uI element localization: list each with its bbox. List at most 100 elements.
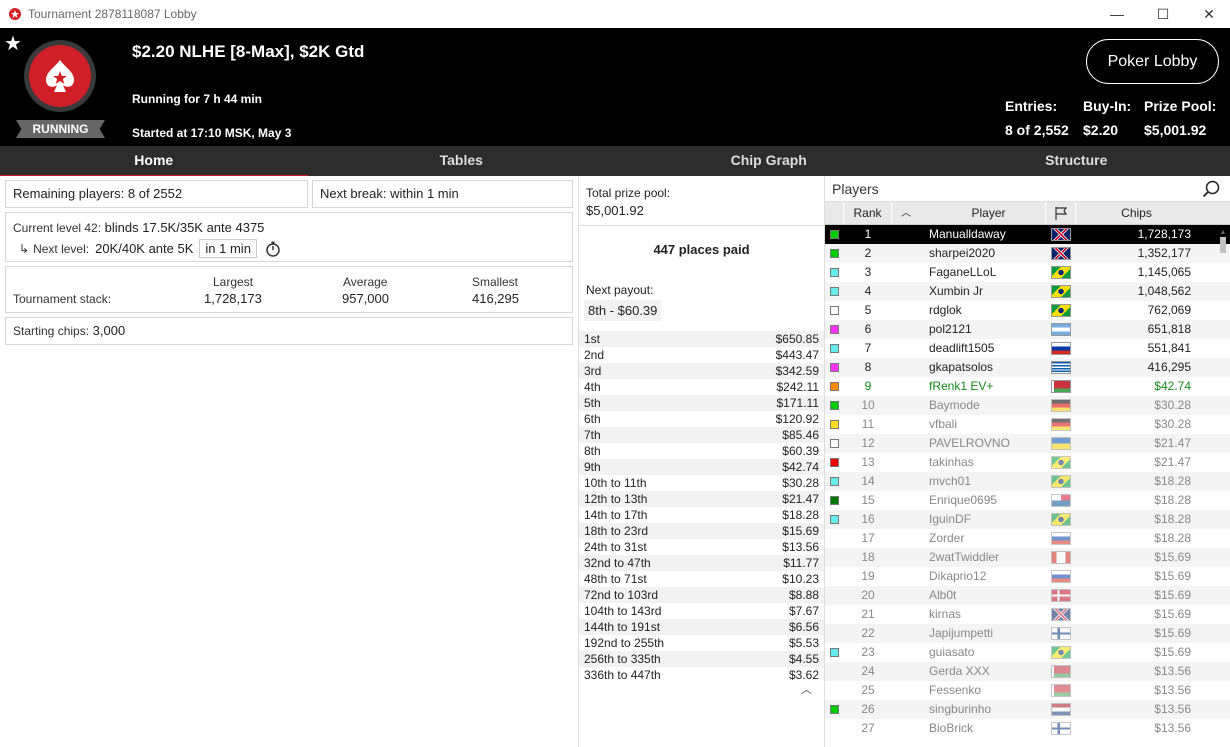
country-flag-icon [1051, 266, 1071, 279]
close-button[interactable]: ✕ [1186, 0, 1230, 28]
players-header: Players [825, 176, 1230, 202]
payout-place: 104th to 143rd [584, 604, 662, 618]
payout-row: 6th $120.92 [579, 411, 824, 427]
player-row[interactable]: 24 Gerda XXX $13.56 [825, 662, 1230, 681]
player-rank: 13 [861, 455, 875, 469]
flag-column-header[interactable] [1046, 202, 1076, 224]
status-badge: RUNNING [16, 120, 105, 138]
country-flag-icon [1051, 722, 1071, 735]
payout-place: 192nd to 255th [584, 636, 665, 650]
payout-place: 336th to 447th [584, 668, 661, 682]
tournament-name: $2.20 NLHE [8-Max], $2K Gtd [132, 42, 365, 61]
player-row[interactable]: 23 guiasato $15.69 [825, 643, 1230, 662]
player-row[interactable]: 18 2watTwiddler $15.69 [825, 548, 1230, 567]
player-name: sharpei2020 [929, 246, 996, 260]
entries-label: Entries: [1005, 98, 1058, 114]
payout-row: 24th to 31st $13.56 [579, 539, 824, 555]
player-row[interactable]: 16 IguinDF $18.28 [825, 510, 1230, 529]
player-row[interactable]: 2 sharpei2020 1,352,177 [825, 244, 1230, 263]
player-note-color-icon [830, 382, 839, 391]
tab-home[interactable]: Home [0, 146, 308, 178]
player-chips: $13.56 [1154, 683, 1191, 697]
payout-place: 5th [584, 396, 601, 410]
payout-place: 256th to 335th [584, 652, 661, 666]
player-row[interactable]: 15 Enrique0695 $18.28 [825, 491, 1230, 510]
player-row[interactable]: 10 Baymode $30.28 [825, 396, 1230, 415]
player-chips: 1,352,177 [1137, 246, 1191, 260]
payout-place: 1st [584, 332, 601, 346]
entries-value: 8 of 2,552 [1005, 122, 1069, 138]
player-row[interactable]: 14 mvch01 $18.28 [825, 472, 1230, 491]
player-row[interactable]: 11 vfbali $30.28 [825, 415, 1230, 434]
smallest-label: Smallest [472, 275, 519, 289]
country-flag-icon [1051, 551, 1071, 564]
tab-structure[interactable]: Structure [923, 146, 1230, 176]
title-bar: Tournament 2878118087 Lobby — ☐ ✕ [0, 0, 1230, 28]
player-row[interactable]: 17 Zorder $18.28 [825, 529, 1230, 548]
player-name: Alb0t [929, 588, 957, 602]
payout-place: 144th to 191st [584, 620, 661, 634]
player-row[interactable]: 20 Alb0t $15.69 [825, 586, 1230, 605]
player-chips: 651,818 [1147, 322, 1191, 336]
player-row[interactable]: 3 FaganeLLoL 1,145,065 [825, 263, 1230, 282]
country-flag-icon [1051, 513, 1071, 526]
largest-label: Largest [213, 275, 254, 289]
player-note-color-icon [830, 420, 839, 429]
country-flag-icon [1051, 285, 1071, 298]
player-row[interactable]: 8 gkapatsolos 416,295 [825, 358, 1230, 377]
player-rank: 6 [864, 322, 872, 336]
tournament-badge [24, 40, 96, 112]
player-row[interactable]: 5 rdglok 762,069 [825, 301, 1230, 320]
player-name: singburinho [929, 702, 992, 716]
player-row[interactable]: 6 pol2121 651,818 [825, 320, 1230, 339]
payout-amount: $11.77 [783, 556, 819, 570]
next-break-label: Next break: [320, 186, 387, 201]
players-pane: Players Rank ︿ Player Chips 1 Manualldaway… [825, 176, 1230, 747]
rank-column-header[interactable]: Rank ︿ [844, 202, 911, 224]
payout-amount: $342.59 [775, 364, 819, 378]
tab-tables[interactable]: Tables [308, 146, 616, 176]
player-row[interactable]: 1 Manualldaway 1,728,173 [825, 225, 1230, 244]
player-chips: $15.69 [1154, 607, 1191, 621]
player-row[interactable]: 25 Fessenko $13.56 [825, 681, 1230, 700]
player-row[interactable]: 4 Xumbin Jr 1,048,562 [825, 282, 1230, 301]
player-chips: $13.56 [1154, 721, 1191, 735]
chips-column-header[interactable]: Chips [1076, 202, 1197, 224]
player-row[interactable]: 26 singburinho $13.56 [825, 700, 1230, 719]
places-paid: 447 places paid [653, 242, 750, 257]
payout-row: 7th $85.46 [579, 427, 824, 443]
tab-chip-graph[interactable]: Chip Graph [615, 146, 923, 176]
player-row[interactable]: 27 BioBrick $13.56 [825, 719, 1230, 738]
player-rank: 27 [861, 721, 875, 735]
collapse-chevron-icon[interactable]: ︿ [801, 681, 812, 697]
payout-table[interactable]: 1st $650.85 2nd $443.47 3rd $342.59 4th $242.11… [579, 331, 824, 683]
player-chips: $15.69 [1154, 626, 1191, 640]
player-chips: $15.69 [1154, 550, 1191, 564]
payout-amount: $15.69 [782, 524, 819, 538]
payout-amount: $30.28 [782, 476, 819, 490]
player-rank: 8 [864, 360, 872, 374]
player-rank: 12 [861, 436, 875, 450]
player-column-header[interactable]: Player [892, 202, 1046, 224]
players-scrollbar[interactable]: ▲ [1219, 229, 1227, 739]
player-chips: $18.28 [1154, 512, 1191, 526]
player-row[interactable]: 22 Japijumpetti $15.69 [825, 624, 1230, 643]
player-name: PAVELROVNO [929, 436, 1010, 450]
player-row[interactable]: 12 PAVELROVNO $21.47 [825, 434, 1230, 453]
player-row[interactable]: 13 takinhas $21.47 [825, 453, 1230, 472]
minimize-button[interactable]: — [1094, 0, 1140, 28]
scroll-thumb[interactable] [1220, 237, 1226, 253]
player-rank: 1 [864, 227, 872, 241]
maximize-button[interactable]: ☐ [1140, 0, 1186, 28]
favorite-star-icon[interactable]: ★ [4, 31, 22, 56]
poker-lobby-button[interactable]: Poker Lobby [1086, 39, 1219, 84]
buyin-label: Buy-In: [1083, 98, 1132, 114]
search-icon[interactable] [1202, 180, 1220, 198]
payout-amount: $4.55 [788, 652, 819, 666]
smallest-value: 416,295 [472, 291, 519, 306]
scroll-up-icon[interactable]: ▲ [1219, 229, 1227, 236]
player-row[interactable]: 7 deadlift1505 551,841 [825, 339, 1230, 358]
player-row[interactable]: 9 fRenk1 EV+ $42.74 [825, 377, 1230, 396]
player-row[interactable]: 19 Dikaprio12 $15.69 [825, 567, 1230, 586]
player-row[interactable]: 21 kirnas $15.69 [825, 605, 1230, 624]
